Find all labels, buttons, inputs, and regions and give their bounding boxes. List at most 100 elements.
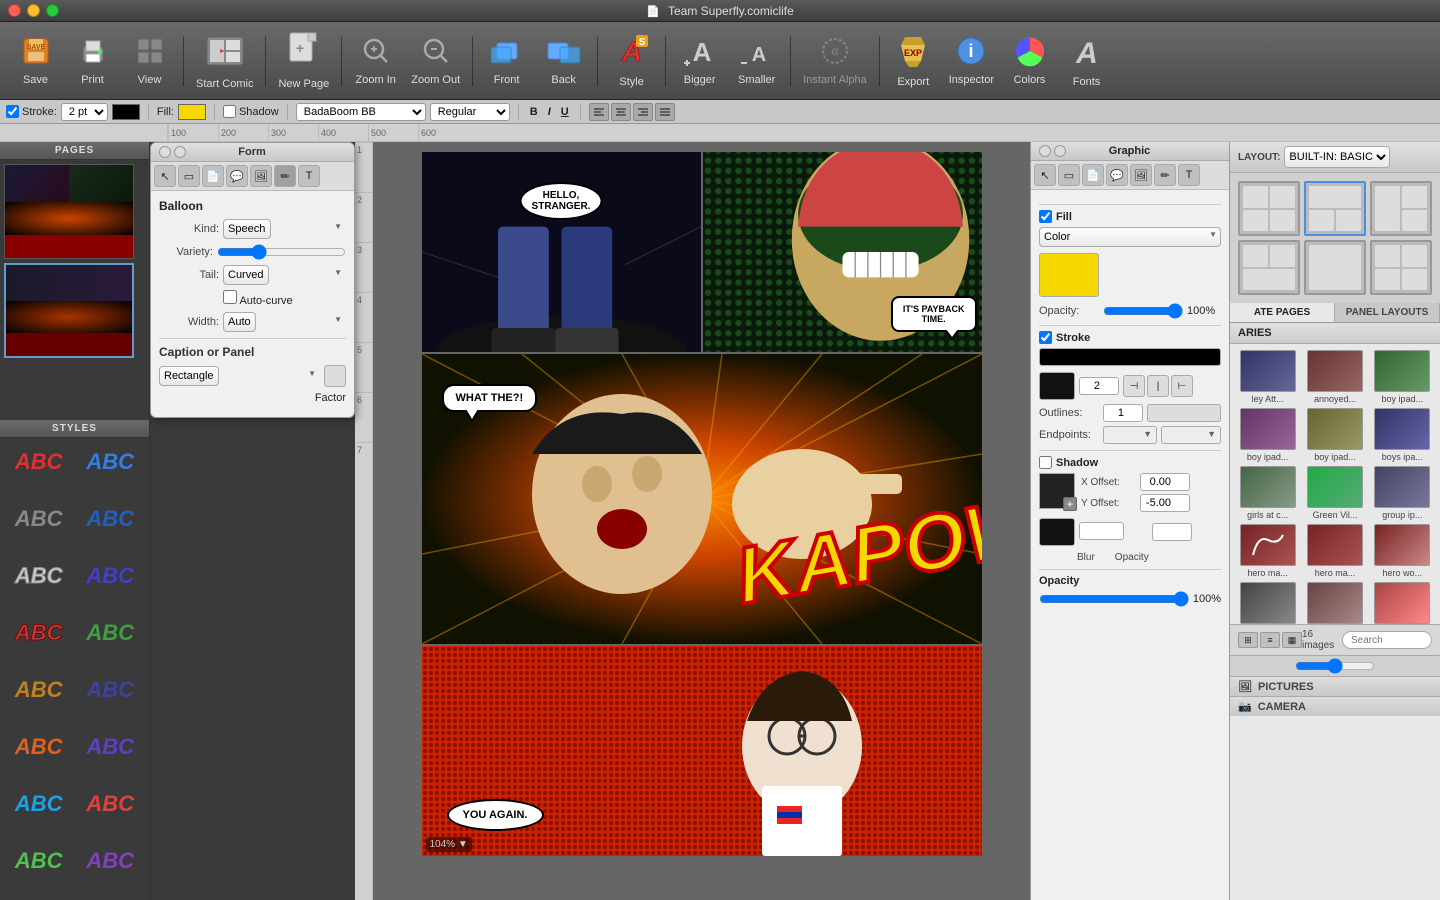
new-page-button[interactable]: + New Page — [272, 26, 335, 96]
library-zoom-slider[interactable] — [1295, 658, 1375, 674]
fonts-button[interactable]: A Fonts — [1059, 26, 1114, 96]
stroke-color-swatch-g[interactable] — [1039, 372, 1075, 400]
align-right-button[interactable] — [633, 103, 653, 121]
stroke-checkbox-g[interactable] — [1039, 331, 1052, 344]
form-tool-balloon[interactable]: 💬 — [226, 165, 248, 187]
lib-item-13[interactable]: motorcyc... — [1236, 582, 1299, 624]
graphic-tool-6[interactable]: ✏ — [1154, 164, 1176, 186]
panel-1a[interactable]: HELLO,STRANGER. — [422, 152, 701, 352]
library-search[interactable] — [1342, 631, 1432, 649]
graphic-tool-5[interactable]: 🖼 — [1130, 164, 1152, 186]
colors-button[interactable]: Colors — [1002, 26, 1057, 96]
stroke-checkbox[interactable] — [6, 105, 19, 118]
window-controls[interactable] — [8, 4, 59, 17]
lib-item-15[interactable]: Retro Co... — [1371, 582, 1434, 624]
width-select[interactable]: Auto — [223, 312, 256, 332]
close-button[interactable] — [8, 4, 21, 17]
lib-item-8[interactable]: Green Vil... — [1303, 466, 1366, 520]
fill-checkbox[interactable] — [1039, 210, 1052, 223]
align-justify-button[interactable] — [655, 103, 675, 121]
panel-2[interactable]: KAPOW! WHAT THE?! — [422, 354, 982, 644]
style-item-12[interactable]: ABC — [76, 727, 146, 767]
lib-item-10[interactable]: hero ma... — [1236, 524, 1299, 578]
align-left-button[interactable] — [589, 103, 609, 121]
kind-select[interactable]: Speech — [223, 219, 271, 239]
shadow-add-btn[interactable]: + — [1063, 497, 1077, 511]
style-item-4[interactable]: ABC — [76, 499, 146, 539]
list-view-btn[interactable]: ≡ — [1260, 632, 1280, 648]
outlines-color[interactable] — [1147, 404, 1221, 422]
font-style-select[interactable]: Regular — [430, 103, 510, 121]
style-item-7[interactable]: ABC — [4, 613, 74, 653]
shadow-color-box[interactable] — [1039, 518, 1075, 546]
bigger-button[interactable]: A Bigger — [672, 26, 727, 96]
page-thumbnail-1[interactable]: 1 — [4, 164, 145, 259]
panel-3[interactable]: YOU AGAIN. — [422, 646, 982, 856]
lib-item-14[interactable]: punch fa... — [1303, 582, 1366, 624]
lib-item-3[interactable]: boy ipad... — [1371, 350, 1434, 404]
style-item-10[interactable]: ABC — [76, 670, 146, 710]
layout-select[interactable]: BUILT-IN: BASIC — [1284, 146, 1390, 168]
shadow-checkbox-g[interactable] — [1039, 456, 1052, 469]
stroke-width-input[interactable] — [1079, 377, 1119, 395]
export-button[interactable]: EXP Export — [886, 26, 941, 96]
style-item-14[interactable]: ABC — [76, 784, 146, 824]
instant-alpha-button[interactable]: α Instant Alpha — [797, 26, 873, 96]
style-button[interactable]: A S Style — [604, 26, 659, 96]
shadow-opacity-input[interactable] — [1152, 523, 1192, 541]
start-comic-button[interactable]: Start Comic — [190, 26, 259, 96]
lib-item-11[interactable]: hero ma... — [1303, 524, 1366, 578]
fill-type-select[interactable]: Color — [1039, 227, 1221, 247]
style-item-13[interactable]: ABC — [4, 784, 74, 824]
form-close-btn[interactable] — [159, 146, 171, 158]
font-name-select[interactable]: BadaBoom BB — [296, 103, 426, 121]
graphic-min-btn[interactable] — [1054, 145, 1066, 157]
save-button[interactable]: SAVE Save — [8, 26, 63, 96]
back-button[interactable]: Back — [536, 26, 591, 96]
lib-item-9[interactable]: group ip... — [1371, 466, 1434, 520]
underline-button[interactable]: U — [558, 106, 572, 118]
lib-item-2[interactable]: annoyed... — [1303, 350, 1366, 404]
variety-slider[interactable] — [217, 244, 346, 260]
zoom-in-button[interactable]: Zoom In — [348, 26, 403, 96]
lib-item-6[interactable]: boys ipa... — [1371, 408, 1434, 462]
blur-input[interactable] — [1079, 522, 1124, 540]
front-button[interactable]: Front — [479, 26, 534, 96]
layout-thumb-6[interactable] — [1370, 240, 1432, 295]
graphic-tool-4[interactable]: 💬 — [1106, 164, 1128, 186]
auto-curve-checkbox[interactable] — [223, 290, 237, 304]
tail-select[interactable]: Curved — [223, 265, 269, 285]
graphic-tool-2[interactable]: ▭ — [1058, 164, 1080, 186]
minimize-button[interactable] — [27, 4, 40, 17]
stroke-cap-round[interactable]: | — [1147, 375, 1169, 397]
style-item-1[interactable]: ABC — [4, 442, 74, 482]
style-item-11[interactable]: ABC — [4, 727, 74, 767]
form-tool-pen[interactable]: ✏ — [274, 165, 296, 187]
x-offset-input[interactable] — [1140, 473, 1190, 491]
form-tool-rect[interactable]: ▭ — [178, 165, 200, 187]
form-tool-select[interactable]: ↖ — [154, 165, 176, 187]
layout-thumb-1[interactable] — [1238, 181, 1300, 236]
final-opacity-slider[interactable] — [1039, 591, 1189, 607]
lib-item-12[interactable]: hero wo... — [1371, 524, 1434, 578]
layout-thumb-2[interactable] — [1304, 181, 1366, 236]
form-tool-page[interactable]: 📄 — [202, 165, 224, 187]
layout-thumb-3[interactable] — [1370, 181, 1432, 236]
grid-view-btn[interactable]: ⊞ — [1238, 632, 1258, 648]
layout-thumb-5[interactable] — [1304, 240, 1366, 295]
stroke-size-select[interactable]: 2 pt — [61, 103, 108, 121]
style-item-15[interactable]: ABC — [4, 841, 74, 881]
camera-bar[interactable]: 📷 CAMERA — [1230, 696, 1440, 716]
italic-button[interactable]: I — [545, 106, 554, 118]
form-min-btn[interactable] — [174, 146, 186, 158]
style-item-3[interactable]: ABC — [4, 499, 74, 539]
form-tool-text[interactable]: T — [298, 165, 320, 187]
outlines-input[interactable] — [1103, 404, 1143, 422]
fill-color-swatch[interactable] — [178, 104, 206, 120]
fill-color-swatch[interactable] — [1039, 253, 1099, 297]
lib-item-7[interactable]: girls at c... — [1236, 466, 1299, 520]
style-item-8[interactable]: ABC — [76, 613, 146, 653]
endpoints-end-select[interactable]: ▼ — [1161, 426, 1221, 444]
pictures-bar[interactable]: 🖼 PICTURES — [1230, 676, 1440, 696]
page-thumbnail-2[interactable]: 2 — [4, 263, 145, 358]
